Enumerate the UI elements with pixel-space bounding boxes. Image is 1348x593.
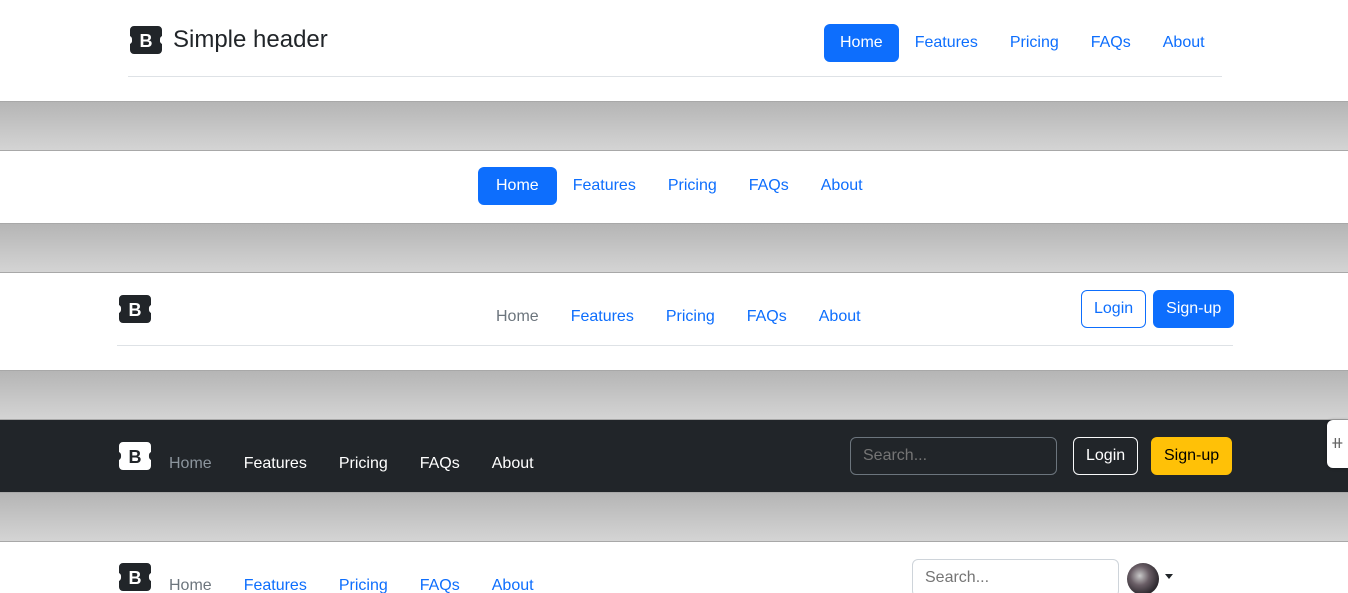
nav-pricing[interactable]: Pricing xyxy=(323,567,404,593)
header-with-avatar: B Home Features Pricing FAQs About xyxy=(0,542,1348,593)
nav-pricing[interactable]: Pricing xyxy=(650,298,731,336)
bootstrap-logo-icon: B xyxy=(128,24,164,56)
section-divider xyxy=(0,101,1348,151)
nav-about[interactable]: About xyxy=(803,298,877,336)
nav-features[interactable]: Features xyxy=(228,567,323,593)
svg-text:B: B xyxy=(129,447,142,467)
login-button[interactable]: Login xyxy=(1081,290,1147,328)
nav-home[interactable]: Home xyxy=(824,24,899,62)
nav-about[interactable]: About xyxy=(805,167,879,205)
nav-faqs[interactable]: FAQs xyxy=(731,298,803,336)
nav-about[interactable]: About xyxy=(476,567,550,593)
header-divider xyxy=(117,345,1233,346)
nav-about[interactable]: About xyxy=(1147,24,1221,62)
nav-home[interactable]: Home xyxy=(153,567,228,593)
bootstrap-logo-icon[interactable]: B xyxy=(117,293,153,325)
nav-pricing[interactable]: Pricing xyxy=(652,167,733,205)
nav-features[interactable]: Features xyxy=(228,445,323,483)
main-nav: Home Features Pricing FAQs About xyxy=(153,567,550,593)
svg-text:B: B xyxy=(140,31,153,51)
side-panel-handle-icon[interactable]: ⧺ xyxy=(1327,420,1348,468)
svg-text:B: B xyxy=(129,300,142,320)
auth-buttons: Login Sign-up xyxy=(1081,290,1235,328)
section-divider xyxy=(0,223,1348,273)
centered-header: Home Features Pricing FAQs About xyxy=(0,151,1348,223)
centered-nav: Home Features Pricing FAQs About xyxy=(478,167,879,205)
section-divider xyxy=(0,370,1348,420)
header-divider xyxy=(128,76,1222,77)
header-with-buttons: B Home Features Pricing FAQs About Login… xyxy=(0,273,1348,370)
nav-features[interactable]: Features xyxy=(899,24,994,62)
search-input[interactable] xyxy=(850,437,1057,475)
svg-text:B: B xyxy=(129,568,142,588)
main-nav: Home Features Pricing FAQs About xyxy=(824,24,1221,62)
avatar[interactable] xyxy=(1127,563,1159,593)
nav-home[interactable]: Home xyxy=(480,298,555,336)
search-input[interactable] xyxy=(912,559,1119,593)
nav-features[interactable]: Features xyxy=(555,298,650,336)
signup-button[interactable]: Sign-up xyxy=(1151,437,1233,475)
brand-link[interactable]: B Simple header xyxy=(128,24,328,56)
simple-header: B Simple header Home Features Pricing FA… xyxy=(0,0,1348,101)
login-button[interactable]: Login xyxy=(1073,437,1139,475)
nav-pricing[interactable]: Pricing xyxy=(994,24,1075,62)
bootstrap-logo-icon[interactable]: B xyxy=(117,440,153,472)
nav-faqs[interactable]: FAQs xyxy=(733,167,805,205)
nav-pricing[interactable]: Pricing xyxy=(323,445,404,483)
nav-features[interactable]: Features xyxy=(557,167,652,205)
bootstrap-logo-icon[interactable]: B xyxy=(117,561,153,593)
main-nav: Home Features Pricing FAQs About xyxy=(153,445,550,483)
nav-home[interactable]: Home xyxy=(153,445,228,483)
nav-faqs[interactable]: FAQs xyxy=(404,445,476,483)
nav-about[interactable]: About xyxy=(476,445,550,483)
brand-title: Simple header xyxy=(173,26,328,53)
signup-button[interactable]: Sign-up xyxy=(1153,290,1235,328)
main-nav: Home Features Pricing FAQs About xyxy=(480,298,877,336)
nav-faqs[interactable]: FAQs xyxy=(404,567,476,593)
nav-faqs[interactable]: FAQs xyxy=(1075,24,1147,62)
dark-header: B Home Features Pricing FAQs About Login… xyxy=(0,420,1348,492)
section-divider xyxy=(0,492,1348,542)
nav-home[interactable]: Home xyxy=(478,167,557,205)
chevron-down-icon[interactable] xyxy=(1165,574,1173,579)
